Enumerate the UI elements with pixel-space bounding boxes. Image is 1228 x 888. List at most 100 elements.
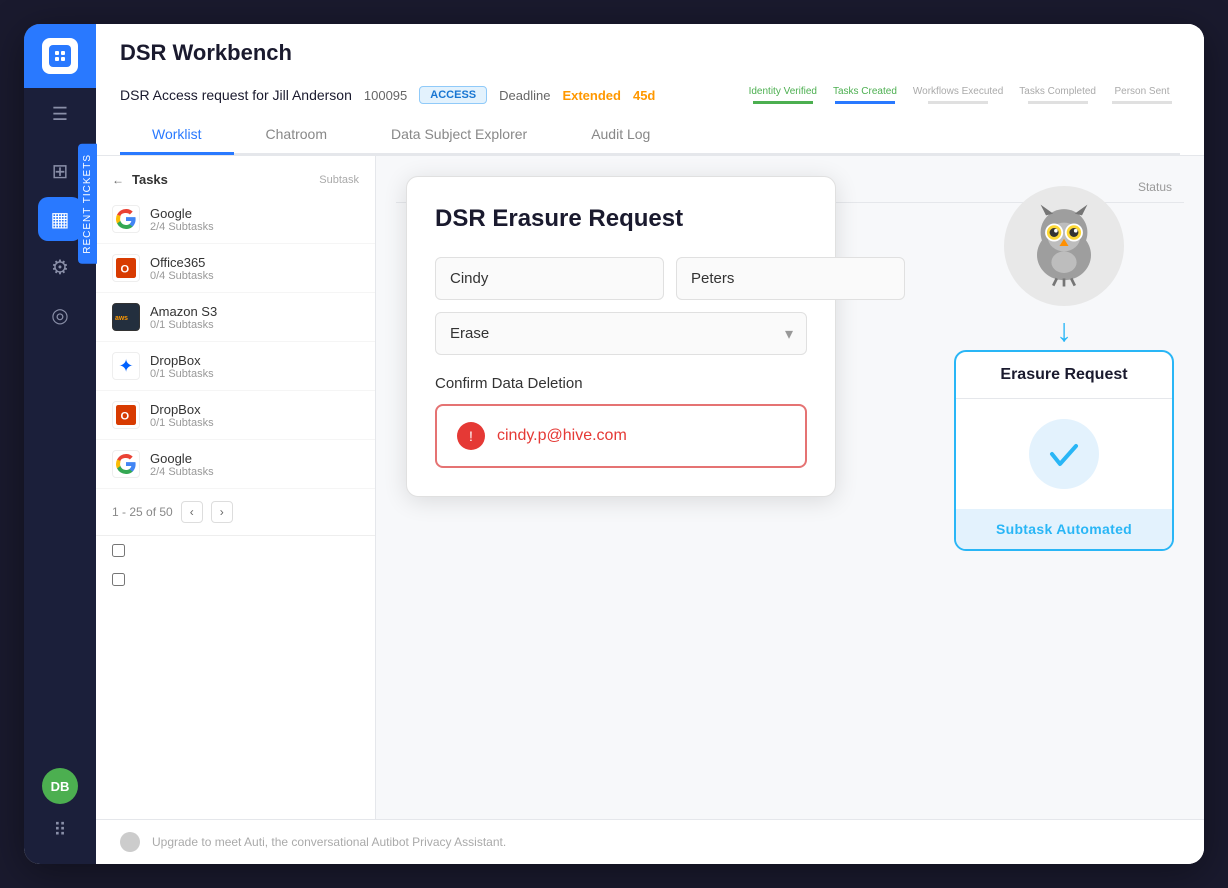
sidebar-logo — [24, 24, 96, 88]
task-name-amazon-s3: Amazon S3 — [150, 304, 359, 319]
office365-logo-svg: O — [116, 258, 136, 278]
step-tasks: Tasks Created — [833, 86, 897, 97]
pagination-prev[interactable]: ‹ — [181, 501, 203, 523]
sidebar: ☰ ⊞ ▦ ⚙ ◎ DB ⠿ RECENT TICKETS — [24, 24, 96, 864]
email-confirm-box: ! cindy.p@hive.com — [435, 404, 807, 468]
sidebar-item-tools[interactable]: ⚙ — [38, 245, 82, 289]
task-sub-google-2: 2/4 Subtasks — [150, 466, 359, 478]
task-name-dropbox-1: DropBox — [150, 353, 359, 368]
row-checkbox-1 — [96, 535, 375, 565]
tab-chatroom[interactable]: Chatroom — [234, 116, 359, 155]
apps-icon[interactable]: ⠿ — [42, 812, 78, 848]
app-window: ☰ ⊞ ▦ ⚙ ◎ DB ⠿ RECENT TICKETS — [24, 24, 1204, 864]
aws-logo-svg: aws — [115, 310, 137, 324]
step-workflows: Workflows Executed — [913, 86, 1003, 97]
tab-audit-log[interactable]: Audit Log — [559, 116, 682, 155]
dashboard-icon: ⊞ — [52, 159, 69, 184]
checkbox-2[interactable] — [112, 573, 125, 586]
task-item-dropbox-2[interactable]: O DropBox 0/1 Subtasks — [96, 391, 375, 440]
email-warning-icon: ! — [457, 422, 485, 450]
checkbox-1[interactable] — [112, 544, 125, 557]
panel-tasks-label: Tasks — [132, 172, 168, 187]
subtasks-col-label: Subtask — [319, 174, 359, 186]
deadline-days: 45d — [633, 88, 655, 103]
sidebar-item-settings[interactable]: ◎ — [38, 293, 82, 337]
office365-icon: O — [112, 254, 140, 282]
task-name-google-1: Google — [150, 206, 359, 221]
progress-steps: Identity Verified Tasks Created Workflow… — [741, 86, 1180, 104]
erasure-request-modal: DSR Erasure Request Erase ▾ Confirm Data… — [406, 176, 836, 497]
securiti-logo-svg — [53, 49, 67, 63]
left-panel: ← Tasks Subtask Google 2/4 Subtasks — [96, 156, 376, 819]
step-completed: Tasks Completed — [1019, 86, 1096, 97]
dropbox-icon-1: ✦ — [112, 352, 140, 380]
sidebar-item-dashboard[interactable]: ⊞ — [38, 149, 82, 193]
settings-icon: ◎ — [51, 303, 68, 328]
task-sub-google-1: 2/4 Subtasks — [150, 221, 359, 233]
hamburger-menu-icon[interactable]: ☰ — [24, 88, 96, 141]
deadline-extended: Extended — [562, 88, 621, 103]
erasure-check-area — [956, 399, 1172, 509]
amazon-s3-icon: aws — [112, 303, 140, 331]
auti-icon — [120, 832, 140, 852]
task-item-office365[interactable]: O Office365 0/4 Subtasks — [96, 244, 375, 293]
first-name-input[interactable] — [435, 257, 664, 300]
erasure-card: Erasure Request Subtask Automated — [954, 350, 1174, 551]
prog-step-1: Identity Verified — [741, 86, 825, 104]
panel-back-button[interactable]: ← — [112, 173, 124, 187]
ticket-title: DSR Access request for Jill Anderson — [120, 87, 352, 103]
task-sub-amazon-s3: 0/1 Subtasks — [150, 319, 359, 331]
svg-text:O: O — [120, 263, 129, 275]
sidebar-bottom: DB ⠿ — [42, 768, 78, 864]
google-logo-svg-1 — [116, 209, 136, 229]
tabs: Worklist Chatroom Data Subject Explorer … — [120, 116, 1180, 155]
page-title: DSR Workbench — [120, 40, 1180, 66]
content-area: ← Tasks Subtask Google 2/4 Subtasks — [96, 156, 1204, 819]
avatar[interactable]: DB — [42, 768, 78, 804]
step-line-4 — [1028, 101, 1088, 104]
badge-access: ACCESS — [419, 86, 487, 104]
row-checkbox-2 — [96, 565, 375, 594]
google-icon-2 — [112, 450, 140, 478]
owl-svg — [1019, 201, 1109, 291]
task-name-dropbox-2: DropBox — [150, 402, 359, 417]
check-circle-icon — [1029, 419, 1099, 489]
task-item-amazon-s3[interactable]: aws Amazon S3 0/1 Subtasks — [96, 293, 375, 342]
data-icon: ▦ — [51, 207, 70, 232]
step-person: Person Sent — [1114, 86, 1169, 97]
task-info-google-2: Google 2/4 Subtasks — [150, 451, 359, 478]
last-name-input[interactable] — [676, 257, 905, 300]
prog-step-2: Tasks Created — [825, 86, 905, 104]
pagination-next[interactable]: › — [211, 501, 233, 523]
task-item-dropbox-1[interactable]: ✦ DropBox 0/1 Subtasks — [96, 342, 375, 391]
tools-icon: ⚙ — [51, 255, 69, 280]
svg-text:O: O — [120, 410, 129, 422]
task-sub-dropbox-1: 0/1 Subtasks — [150, 368, 359, 380]
task-sub-dropbox-2: 0/1 Subtasks — [150, 417, 359, 429]
tab-worklist[interactable]: Worklist — [120, 116, 234, 155]
main-content: DSR Workbench DSR Access request for Jil… — [96, 24, 1204, 864]
erasure-card-title: Erasure Request — [956, 352, 1172, 399]
task-item-google-1[interactable]: Google 2/4 Subtasks — [96, 195, 375, 244]
task-item-google-2[interactable]: Google 2/4 Subtasks — [96, 440, 375, 489]
recent-tickets-tab[interactable]: RECENT TICKETS — [78, 144, 97, 264]
action-select[interactable]: Erase — [435, 312, 807, 355]
task-info-amazon-s3: Amazon S3 0/1 Subtasks — [150, 304, 359, 331]
google-logo-svg-2 — [116, 454, 136, 474]
step-line-5 — [1112, 101, 1172, 104]
sidebar-item-data[interactable]: ▦ — [38, 197, 82, 241]
step-identity: Identity Verified — [749, 86, 817, 97]
logo-icon — [49, 45, 71, 67]
tab-data-subject-explorer[interactable]: Data Subject Explorer — [359, 116, 559, 155]
prog-step-4: Tasks Completed — [1011, 86, 1104, 104]
deadline-label: Deadline — [499, 88, 550, 103]
pagination: 1 - 25 of 50 ‹ › — [112, 501, 359, 523]
ticket-bar: DSR Access request for Jill Anderson 100… — [120, 78, 1180, 112]
task-info-office365: Office365 0/4 Subtasks — [150, 255, 359, 282]
app-body: ☰ ⊞ ▦ ⚙ ◎ DB ⠿ RECENT TICKETS — [24, 24, 1204, 864]
step-line-3 — [928, 101, 988, 104]
upgrade-text: Upgrade to meet Auti, the conversational… — [152, 835, 506, 849]
step-line-1 — [753, 101, 813, 104]
action-select-row: Erase ▾ — [435, 312, 807, 355]
task-info-google-1: Google 2/4 Subtasks — [150, 206, 359, 233]
